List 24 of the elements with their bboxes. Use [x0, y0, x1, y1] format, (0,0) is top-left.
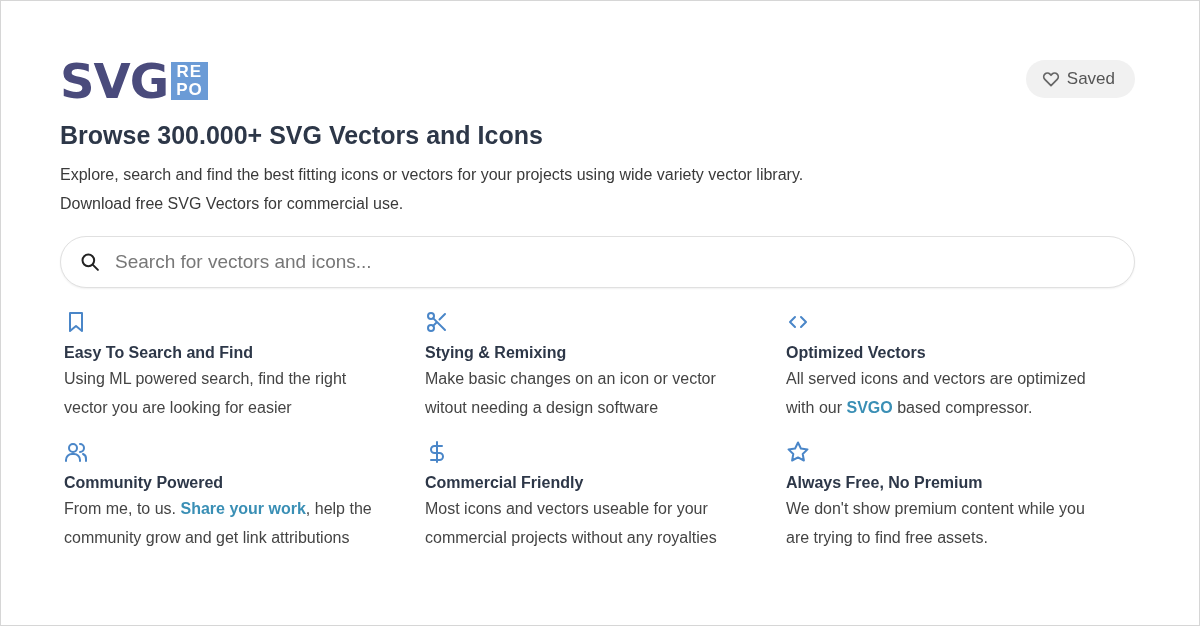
link[interactable]: Share your work	[180, 500, 306, 517]
feature-description: Make basic changes on an icon or vector witout needing a design software	[425, 369, 717, 418]
saved-button[interactable]: Saved	[1025, 60, 1135, 98]
feature-title: Optimized Vectors	[786, 344, 927, 362]
feature-description: Using ML powered search, find the right vector you are looking for easier	[64, 369, 348, 418]
feature-title: Easy To Search and Find	[64, 344, 255, 362]
users-icon	[64, 440, 88, 464]
feature-title: Stying & Remixing	[425, 344, 568, 362]
feature-description: We don't show premium content while you are trying to find free assets.	[786, 499, 1086, 548]
heart-icon	[1041, 71, 1060, 87]
feature-description: From me, to us. Share your work, help the community grow and get link attributions	[64, 499, 373, 548]
search-field[interactable]: Search for vectors and icons...	[60, 236, 1135, 288]
intro-text: Download free SVG Vectors for commercial use.	[60, 194, 405, 214]
search-icon	[80, 252, 100, 272]
feature-description: All served icons and vectors are optimized with our SVGO based compressor.	[786, 369, 1087, 418]
feature-description: Most icons and vectors useable for your commercial projects without any royalties	[425, 499, 718, 548]
intro-text: Explore, search and find the best fitting icons or vectors for your projects using wide variety vector library.	[60, 165, 805, 185]
feature-title: Community Powered	[64, 474, 225, 492]
link[interactable]: SVGO	[846, 399, 893, 416]
page-heading: Browse 300.000+ SVG Vectors and Icons	[60, 121, 544, 150]
feature-title: Commercial Friendly	[425, 474, 585, 492]
scissors-icon	[425, 310, 449, 334]
feature-title: Always Free, No Premium	[786, 474, 984, 492]
star-icon	[786, 440, 810, 464]
